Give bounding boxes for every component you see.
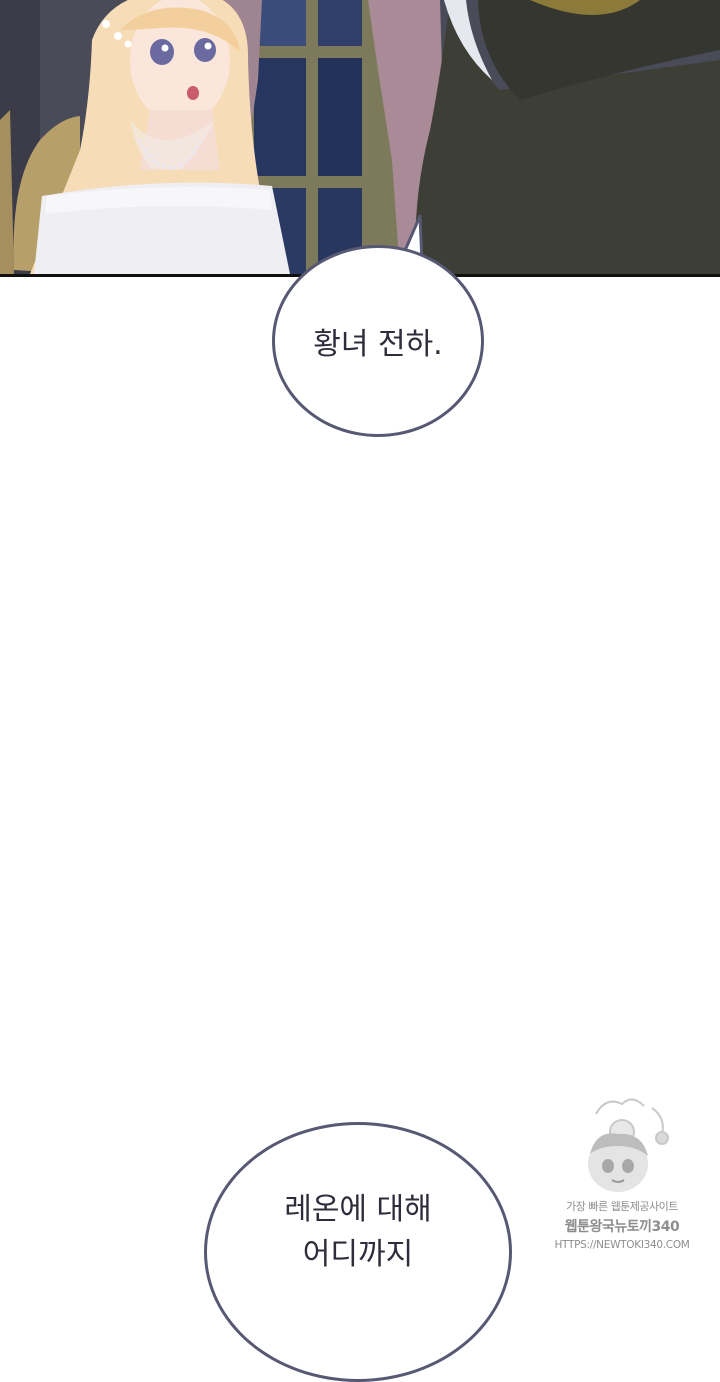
speech-bubble-second: 레온에 대해 어디까지 [204,1122,512,1382]
watermark-line-2: 웹툰왕국뉴토끼340 [564,1219,680,1235]
eye-highlight [204,42,212,50]
girl-eye-left [150,39,174,65]
panel-scene [0,0,720,274]
hair-pearl [102,20,110,28]
comic-panel-illustration [0,0,720,277]
speech-text-first: 황녀 전하. [313,327,443,362]
window-pane [254,0,306,46]
window-pane [318,58,362,176]
site-watermark: 가장 빠른 웹툰제공사이트 웹툰왕국뉴토끼340 HTTPS://NEWTOKI… [552,1094,692,1266]
window-pane [318,0,362,46]
girl-eye-right [194,38,216,62]
hair-pearl [114,32,122,40]
mascot-logo-icon [588,1098,669,1192]
hair-pearl [124,40,132,48]
speech-text-second-line-2: 어디까지 [302,1237,414,1272]
watermark-line-1: 가장 빠른 웹툰제공사이트 [566,1200,678,1213]
speech-text-second-line-1: 레온에 대해 [284,1192,432,1227]
girl-mouth [187,86,199,100]
window-pane [254,58,306,176]
eye-highlight [161,44,169,52]
speech-bubble-first: 황녀 전하. [272,245,484,437]
watermark-line-3: HTTPS://NEWTOKI340.COM [554,1239,690,1251]
